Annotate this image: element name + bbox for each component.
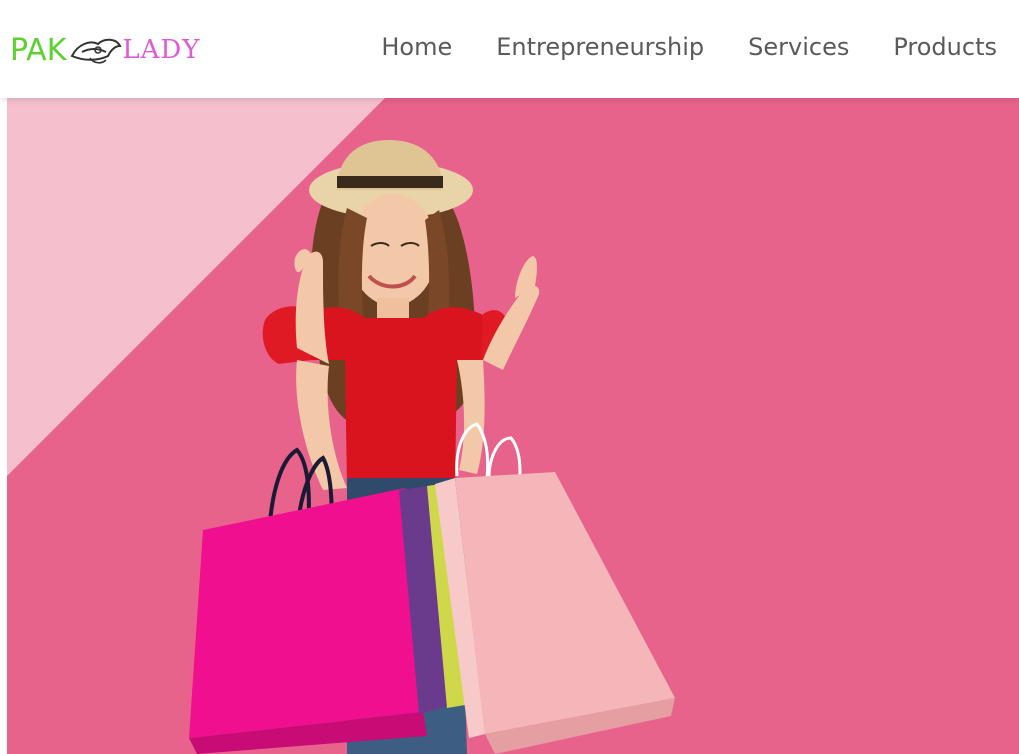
logo-text-lady: LADY bbox=[122, 35, 201, 65]
hat-icon bbox=[71, 38, 122, 64]
page: PAK LADY Home Entrepreneurship Services … bbox=[0, 0, 1019, 754]
logo-text-pak: PAK bbox=[10, 32, 67, 68]
nav-home[interactable]: Home bbox=[381, 33, 452, 61]
magenta-bag bbox=[189, 488, 423, 738]
site-header: PAK LADY Home Entrepreneurship Services … bbox=[0, 0, 1019, 98]
main-nav: Home Entrepreneurship Services Products bbox=[359, 0, 1019, 94]
hero-banner bbox=[7, 98, 1019, 754]
nav-entrepreneurship[interactable]: Entrepreneurship bbox=[496, 33, 704, 61]
site-logo[interactable]: PAK LADY bbox=[10, 30, 200, 70]
pink-bag bbox=[455, 472, 675, 734]
hero-illustration bbox=[7, 98, 675, 754]
nav-products[interactable]: Products bbox=[893, 33, 997, 61]
nav-services[interactable]: Services bbox=[748, 33, 849, 61]
